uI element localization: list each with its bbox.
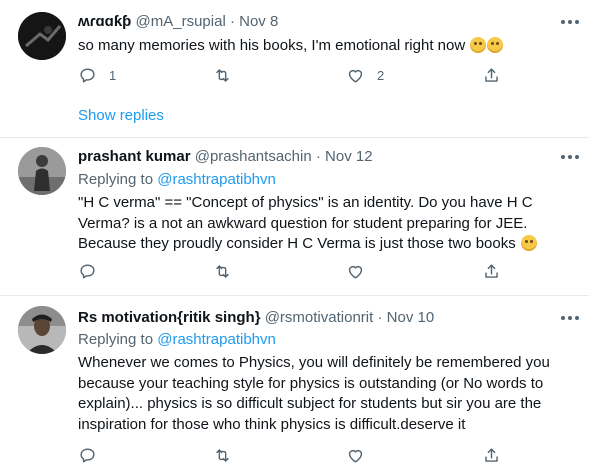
replying-to-label: Replying to bbox=[78, 331, 154, 348]
retweet-button[interactable] bbox=[213, 446, 232, 465]
heart-icon bbox=[348, 69, 363, 83]
tweet-text-line: Verma? is a not an awkward question for … bbox=[78, 214, 528, 232]
replying-to-handle[interactable]: @rashtrapatibhvn bbox=[157, 331, 276, 348]
tweet-date[interactable]: Nov 10 bbox=[387, 309, 435, 326]
tweet-text-content: so many memories with his books, I'm emo… bbox=[78, 37, 466, 54]
retweet-icon bbox=[216, 69, 229, 82]
more-icon[interactable] bbox=[561, 315, 579, 321]
reply-icon bbox=[80, 68, 95, 83]
tweet-text: "H C verma" == "Concept of physics" is a… bbox=[78, 193, 578, 255]
retweet-icon bbox=[216, 265, 229, 278]
more-icon[interactable] bbox=[561, 154, 579, 160]
reply-button[interactable] bbox=[78, 446, 97, 465]
tweet-date[interactable]: Nov 8 bbox=[239, 13, 278, 30]
user-handle[interactable]: @mA_rsupial bbox=[136, 13, 226, 30]
like-button[interactable]: 2 bbox=[346, 66, 384, 85]
smirk-emoji bbox=[520, 235, 537, 251]
separator: · bbox=[229, 13, 235, 30]
share-button[interactable] bbox=[482, 446, 501, 465]
tweet-text-line: inspiration for those who think physics … bbox=[78, 415, 466, 433]
share-icon bbox=[485, 448, 498, 462]
display-name[interactable]: Rs motivation{ritik singh} bbox=[78, 309, 261, 326]
retweet-icon bbox=[216, 449, 229, 462]
tweet-text-line: Because they proudly consider H C Verma … bbox=[78, 235, 516, 252]
tweet[interactable]: ʍɾɑɑƙƥ @mA_rsupial · Nov 8 so many memor… bbox=[0, 0, 589, 138]
tweet[interactable]: prashant kumar @prashantsachin · Nov 12 … bbox=[0, 138, 589, 296]
tweet-actions bbox=[78, 446, 578, 466]
tweet-date[interactable]: Nov 12 bbox=[325, 148, 373, 165]
tweet-text-line-with-emoji: Because they proudly consider H C Verma … bbox=[78, 234, 578, 255]
share-button[interactable] bbox=[482, 66, 501, 85]
heart-icon bbox=[348, 265, 363, 279]
separator: · bbox=[315, 148, 321, 165]
tweet-header: prashant kumar @prashantsachin · Nov 12 bbox=[78, 148, 373, 165]
tweet-header: ʍɾɑɑƙƥ @mA_rsupial · Nov 8 bbox=[78, 13, 278, 30]
show-replies-link[interactable]: Show replies bbox=[78, 107, 164, 124]
replying-to-handle[interactable]: @rashtrapatibhvn bbox=[157, 171, 276, 188]
tweet-text-line: "H C verma" == "Concept of physics" is a… bbox=[78, 194, 533, 211]
retweet-button[interactable] bbox=[213, 262, 232, 281]
like-count: 2 bbox=[377, 68, 385, 83]
retweet-button[interactable] bbox=[213, 66, 232, 85]
heart-icon bbox=[348, 449, 363, 463]
tweet-actions: 1 2 bbox=[78, 66, 578, 86]
tweet-text-line: explain)... physics is so difficult subj… bbox=[78, 395, 542, 412]
emotional-face-emoji bbox=[487, 37, 504, 53]
reply-button[interactable]: 1 bbox=[78, 66, 116, 85]
reply-icon bbox=[80, 264, 95, 279]
tweet[interactable]: Rs motivation{ritik singh} @rsmotivation… bbox=[0, 296, 589, 463]
reply-button[interactable] bbox=[78, 262, 97, 281]
avatar[interactable] bbox=[18, 147, 66, 195]
more-icon[interactable] bbox=[561, 19, 579, 25]
share-icon bbox=[485, 68, 498, 82]
tweet-text-line: because your teaching style for physics … bbox=[78, 374, 544, 392]
reply-icon bbox=[80, 448, 95, 463]
replying-to: Replying to @rashtrapatibhvn bbox=[78, 171, 276, 188]
display-name[interactable]: ʍɾɑɑƙƥ bbox=[78, 13, 131, 30]
avatar[interactable] bbox=[18, 12, 66, 60]
display-name[interactable]: prashant kumar bbox=[78, 148, 191, 165]
tweet-header: Rs motivation{ritik singh} @rsmotivation… bbox=[78, 309, 434, 326]
tweet-text-line: Whenever we comes to Physics, you will d… bbox=[78, 354, 550, 371]
replying-to: Replying to @rashtrapatibhvn bbox=[78, 331, 276, 348]
share-button[interactable] bbox=[482, 262, 501, 281]
user-handle[interactable]: @rsmotivationrit bbox=[265, 309, 374, 326]
share-icon bbox=[485, 264, 498, 278]
user-handle[interactable]: @prashantsachin bbox=[195, 148, 312, 165]
reply-count: 1 bbox=[109, 68, 117, 83]
like-button[interactable] bbox=[346, 262, 365, 281]
tweet-text: Whenever we comes to Physics, you will d… bbox=[78, 353, 578, 435]
replying-to-label: Replying to bbox=[78, 171, 154, 188]
emotional-face-emoji bbox=[470, 37, 487, 53]
tweet-text: so many memories with his books, I'm emo… bbox=[78, 36, 578, 57]
separator: · bbox=[377, 309, 383, 326]
avatar[interactable] bbox=[18, 306, 66, 354]
like-button[interactable] bbox=[346, 446, 365, 465]
tweet-actions bbox=[78, 262, 578, 282]
